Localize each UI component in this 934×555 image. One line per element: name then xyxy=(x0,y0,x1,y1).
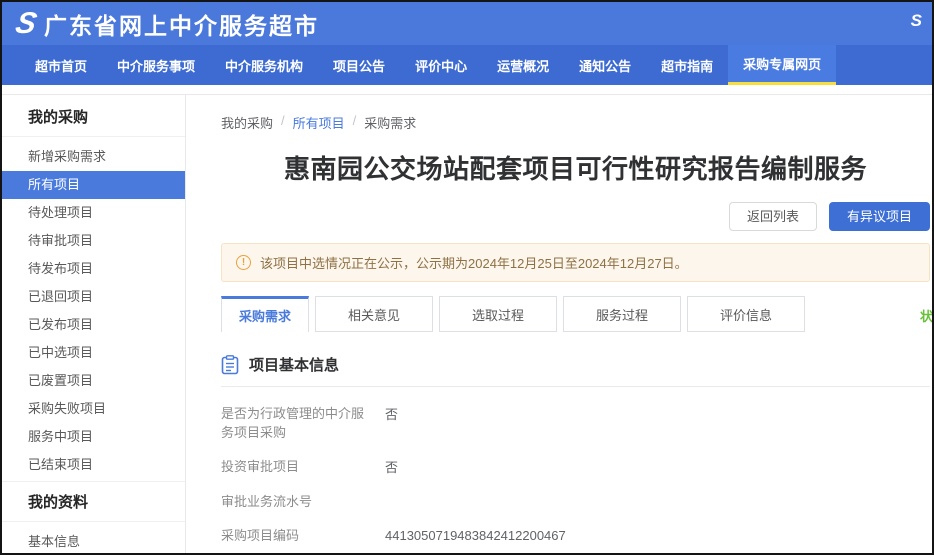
page: S 广东省网上中介服务超市 S 超市首页 中介服务事项 中介服务机构 项目公告 … xyxy=(0,0,934,555)
project-title: 惠南园公交场站配套项目可行性研究报告编制服务 xyxy=(221,149,930,186)
field-value: 否 xyxy=(385,457,398,477)
field-row-investment-approval: 投资审批项目 否 xyxy=(221,457,930,477)
tab-evaluation-info[interactable]: 评价信息 xyxy=(687,296,805,332)
sidebar-item-pending-approval[interactable]: 待审批项目 xyxy=(2,227,185,255)
breadcrumb-my-procurement[interactable]: 我的采购 xyxy=(221,113,273,132)
field-label: 采购项目编码 xyxy=(221,526,371,546)
section-title: 项目基本信息 xyxy=(249,354,339,375)
sidebar-item-finished[interactable]: 已结束项目 xyxy=(2,451,185,479)
content: 我的采购 / 所有项目 / 采购需求 惠南园公交场站配套项目可行性研究报告编制服… xyxy=(186,95,932,554)
tab-procurement-demand[interactable]: 采购需求 xyxy=(221,296,309,332)
status-text-cutoff: 状 xyxy=(920,306,932,325)
sidebar-item-new-procurement[interactable]: 新增采购需求 xyxy=(2,143,185,171)
detail-tabs: 采购需求 相关意见 选取过程 服务过程 评价信息 状 xyxy=(221,296,930,332)
sidebar-section-my-profile: 我的资料 xyxy=(2,481,185,522)
back-to-list-button[interactable]: 返回列表 xyxy=(729,202,817,231)
sidebar-item-published[interactable]: 已发布项目 xyxy=(2,311,185,339)
field-value: 4413050719483842412200467 xyxy=(385,526,566,546)
sidebar-item-pending-projects[interactable]: 待处理项目 xyxy=(2,199,185,227)
publicity-notice: ! 该项目中选情况正在公示，公示期为2024年12月25日至2024年12月27… xyxy=(221,243,930,282)
nav-item-service-agencies[interactable]: 中介服务机构 xyxy=(210,45,318,85)
tab-selection-process[interactable]: 选取过程 xyxy=(439,296,557,332)
field-label: 是否为行政管理的中介服务项目采购 xyxy=(221,404,371,442)
sidebar-item-failed[interactable]: 采购失败项目 xyxy=(2,395,185,423)
body-row: 我的采购 新增采购需求 所有项目 待处理项目 待审批项目 待发布项目 已退回项目… xyxy=(2,94,932,554)
action-buttons: 返回列表 有异议项目 xyxy=(221,202,930,231)
notice-text: 该项目中选情况正在公示，公示期为2024年12月25日至2024年12月27日。 xyxy=(260,253,688,272)
nav-item-service-matters[interactable]: 中介服务事项 xyxy=(102,45,210,85)
basic-info-section-header: 项目基本信息 xyxy=(221,354,930,387)
field-row-approval-serial-number: 审批业务流水号 xyxy=(221,492,930,511)
objection-project-button[interactable]: 有异议项目 xyxy=(829,202,930,231)
breadcrumb-separator: / xyxy=(353,113,357,132)
nav-item-project-announcements[interactable]: 项目公告 xyxy=(318,45,400,85)
field-row-admin-intermediary: 是否为行政管理的中介服务项目采购 否 xyxy=(221,404,930,442)
header-right-logo-glyph: S xyxy=(911,11,920,30)
sidebar-item-in-service[interactable]: 服务中项目 xyxy=(2,423,185,451)
nav-item-operations-overview[interactable]: 运营概况 xyxy=(482,45,564,85)
field-label: 审批业务流水号 xyxy=(221,492,371,511)
brand-logo-icon: S xyxy=(16,9,34,39)
tab-related-opinions[interactable]: 相关意见 xyxy=(315,296,433,332)
nav-item-home[interactable]: 超市首页 xyxy=(20,45,102,85)
nav-item-notices[interactable]: 通知公告 xyxy=(564,45,646,85)
header-right-logo-icon: S xyxy=(911,12,920,31)
basic-info-fields: 是否为行政管理的中介服务项目采购 否 投资审批项目 否 审批业务流水号 采购项目… xyxy=(221,404,930,554)
sidebar-section-my-procurement: 我的采购 xyxy=(2,97,185,137)
sidebar-item-all-projects[interactable]: 所有项目 xyxy=(2,171,185,199)
field-row-project-code: 采购项目编码 4413050719483842412200467 xyxy=(221,526,930,546)
brand-logo-glyph: S xyxy=(13,9,37,39)
breadcrumb: 我的采购 / 所有项目 / 采购需求 xyxy=(221,95,930,132)
nav-item-purchaser-page[interactable]: 采购专属网页 xyxy=(728,45,836,85)
sidebar-item-returned[interactable]: 已退回项目 xyxy=(2,283,185,311)
site-title: 广东省网上中介服务超市 xyxy=(44,7,319,41)
sidebar-item-pending-publish[interactable]: 待发布项目 xyxy=(2,255,185,283)
nav-item-guide[interactable]: 超市指南 xyxy=(646,45,728,85)
tab-service-process[interactable]: 服务过程 xyxy=(563,296,681,332)
sidebar-item-selected[interactable]: 已中选项目 xyxy=(2,339,185,367)
sidebar: 我的采购 新增采购需求 所有项目 待处理项目 待审批项目 待发布项目 已退回项目… xyxy=(2,95,186,554)
field-value: 否 xyxy=(385,404,398,442)
field-label: 投资审批项目 xyxy=(221,457,371,477)
sidebar-item-basic-info[interactable]: 基本信息 xyxy=(2,528,185,555)
breadcrumb-separator: / xyxy=(281,113,285,132)
clipboard-icon xyxy=(221,355,239,375)
header: S 广东省网上中介服务超市 S xyxy=(2,2,932,45)
main-nav: 超市首页 中介服务事项 中介服务机构 项目公告 评价中心 运营概况 通知公告 超… xyxy=(2,45,932,85)
sidebar-item-abandoned[interactable]: 已废置项目 xyxy=(2,367,185,395)
warning-icon: ! xyxy=(236,255,251,270)
breadcrumb-procurement-demand: 采购需求 xyxy=(364,113,416,132)
nav-item-evaluation-center[interactable]: 评价中心 xyxy=(400,45,482,85)
breadcrumb-all-projects[interactable]: 所有项目 xyxy=(293,113,345,132)
